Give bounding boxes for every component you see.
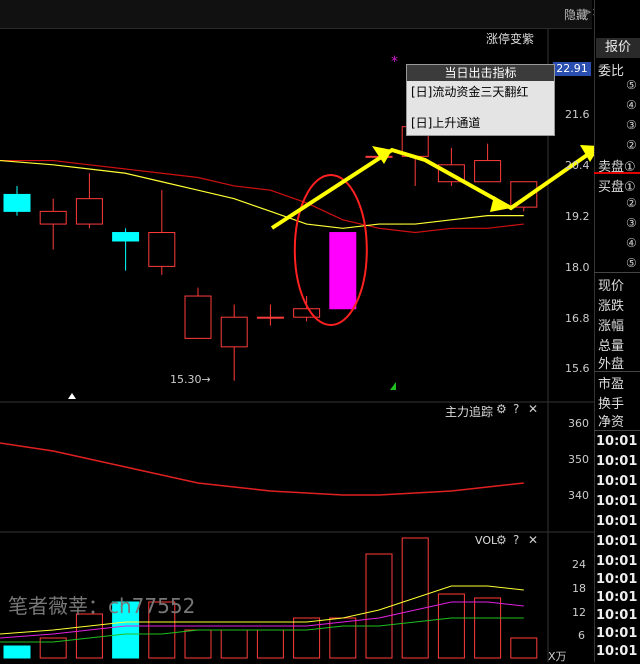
trade-time: 10:01 (596, 514, 638, 529)
up-marker-icon (390, 382, 396, 390)
ask-level: ③ (626, 118, 637, 132)
close-icon[interactable]: ✕ (528, 402, 538, 416)
price-axis-tick: 18.0 (565, 261, 590, 274)
volume-axis-tick: 18 (572, 582, 586, 595)
low-price-label: 15.30→ (170, 373, 211, 386)
field-pct: 涨幅 (598, 319, 625, 334)
candle-body (184, 295, 212, 339)
volume-axis-tick: 12 (572, 606, 586, 619)
tooltip-line: [日]流动资金三天翻红 (411, 85, 529, 99)
indicator-title: 主力追踪 (445, 405, 494, 419)
field-outer: 外盘 (598, 357, 625, 372)
ask-level: ④ (626, 98, 637, 112)
ask-level: ⑤ (626, 78, 637, 92)
trend-arrow (270, 147, 594, 230)
trade-time: 10:01 (596, 626, 638, 641)
candle-body (112, 232, 140, 242)
trade-time: 10:01 (596, 494, 638, 509)
volume-bar (293, 617, 321, 659)
candle-body (293, 308, 321, 318)
price-axis-tick: 16.8 (565, 312, 590, 325)
trade-time: 10:01 (596, 644, 638, 659)
divider (594, 371, 640, 372)
volume-axis-tick: 24 (572, 558, 586, 571)
help-icon[interactable]: ? (513, 533, 519, 547)
watermark: 笔者薇莘：ch77552 (8, 594, 196, 618)
volume-axis-tick: 6 (578, 629, 585, 642)
triangle-marker-icon (68, 393, 76, 399)
trade-time: 10:01 (596, 572, 638, 587)
volume-title: VOL (475, 534, 498, 547)
field-pe: 市盈 (598, 377, 625, 392)
bid-ask-divider (594, 172, 640, 174)
tooltip-line: [日]上升通道 (411, 116, 481, 130)
field-price: 现价 (598, 279, 625, 294)
gear-icon[interactable]: ⚙ (496, 533, 507, 547)
tooltip-title: 当日出击指标 (407, 65, 554, 81)
bid-level: ④ (626, 236, 637, 250)
price-axis-tick: 15.6 (565, 362, 590, 375)
candle-body (39, 210, 67, 225)
trade-time: 10:01 (596, 608, 638, 623)
price-axis-tick: 20.4 (565, 159, 590, 172)
price-axis-tick: 21.6 (565, 108, 590, 121)
close-icon[interactable]: ✕ (528, 533, 538, 547)
field-change: 涨跌 (598, 299, 625, 314)
trade-time: 10:01 (596, 554, 638, 569)
divider (594, 430, 640, 431)
candle-body (329, 232, 357, 310)
volume-bar (510, 637, 538, 659)
trade-time: 10:01 (596, 454, 638, 469)
volume-bar (184, 629, 212, 659)
indicator-axis-tick: 360 (568, 417, 589, 430)
indicator-axis-tick: 340 (568, 489, 589, 502)
volume-bar (75, 613, 103, 659)
trade-time: 10:01 (596, 590, 638, 605)
candle-body (3, 193, 31, 212)
volume-bar (329, 617, 357, 659)
bid-level: ⑤ (626, 256, 637, 270)
volume-bar (256, 629, 284, 659)
ask-level: ② (626, 138, 637, 152)
bid-level: ③ (626, 216, 637, 230)
star-marker-icon: * (391, 54, 398, 70)
price-axis-tick: 19.2 (565, 210, 590, 223)
indicator-tooltip: 当日出击指标 [日]流动资金三天翻红 [日]上升通道 (406, 64, 555, 136)
order-ratio-label: 委比 (598, 64, 625, 79)
field-nav: 净资 (598, 415, 625, 430)
candle-body (474, 160, 502, 183)
field-turnover: 换手 (598, 397, 625, 412)
volume-bar (365, 553, 393, 659)
field-volume: 总量 (598, 339, 625, 354)
trade-time: 10:01 (596, 434, 638, 449)
indicator-axis-tick: 350 (568, 453, 589, 466)
volume-bar (3, 645, 31, 659)
trade-time: 10:01 (596, 534, 638, 549)
chart-title: 涨停变紫 (486, 32, 535, 46)
candle-body (148, 232, 176, 267)
trade-time: 10:01 (596, 474, 638, 489)
bid1-label: 买盘① (598, 180, 636, 195)
divider (594, 272, 640, 273)
candle-body (256, 316, 284, 319)
help-icon[interactable]: ? (513, 402, 519, 416)
candle-body (75, 198, 103, 225)
bid-level: ② (626, 196, 637, 210)
gear-icon[interactable]: ⚙ (496, 402, 507, 416)
volume-bar (220, 629, 248, 659)
candle-body (220, 316, 248, 348)
tab-quote[interactable]: 报价 (596, 38, 640, 58)
volume-bar (474, 597, 502, 659)
current-price-tag: 22.91 (553, 62, 591, 76)
indicator-line (0, 442, 524, 496)
